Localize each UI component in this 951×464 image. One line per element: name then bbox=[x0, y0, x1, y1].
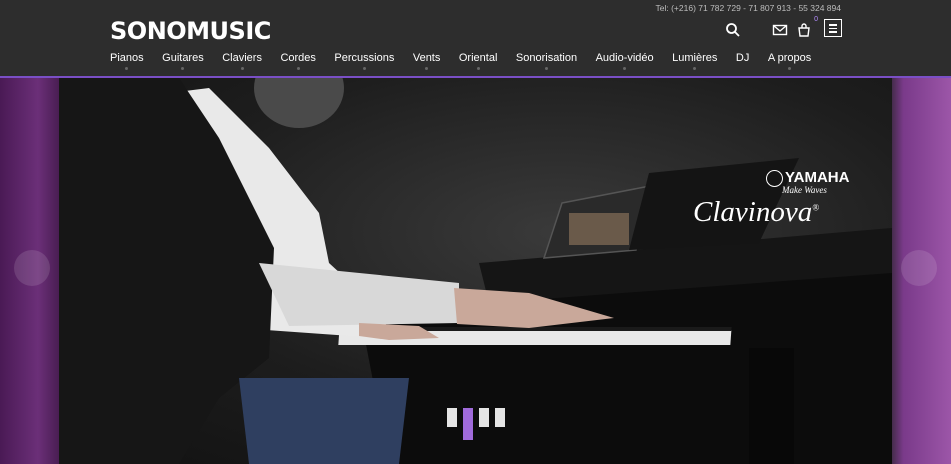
yamaha-emblem-icon bbox=[766, 169, 783, 187]
nav-item-guitares[interactable]: Guitares bbox=[162, 52, 204, 70]
nav-item-pianos[interactable]: Pianos bbox=[110, 52, 144, 70]
nav-item-cordes[interactable]: Cordes bbox=[280, 52, 316, 70]
site-header: SONOMUSIC Tel: (+216) 71 782 729 - 71 80… bbox=[0, 0, 951, 78]
yamaha-tagline: Make Waves bbox=[782, 185, 827, 195]
slider-dot-2[interactable] bbox=[463, 408, 473, 440]
main-nav: Pianos Guitares Claviers Cordes Percussi… bbox=[110, 52, 830, 70]
search-icon[interactable] bbox=[725, 22, 741, 38]
phone-numbers: Tel: (+216) 71 782 729 - 71 807 913 - 55… bbox=[655, 3, 842, 13]
yamaha-logo-text: YAMAHA bbox=[766, 169, 849, 187]
hero-slider: YAMAHA Make Waves Clavinova® bbox=[0, 78, 951, 464]
clavinova-title: Clavinova® bbox=[693, 196, 820, 228]
nav-item-a-propos[interactable]: A propos bbox=[768, 52, 811, 70]
nav-item-oriental[interactable]: Oriental bbox=[459, 52, 497, 70]
registered-mark: ® bbox=[812, 202, 820, 213]
slide-image bbox=[59, 78, 892, 464]
nav-item-lumieres[interactable]: Lumières bbox=[672, 52, 717, 70]
pianist-illustration bbox=[59, 78, 892, 464]
slider-pagination bbox=[447, 408, 511, 440]
slider-next-button[interactable] bbox=[901, 250, 937, 286]
nav-item-dj[interactable]: DJ bbox=[736, 52, 749, 64]
cart-count-badge: 0 bbox=[814, 16, 818, 23]
nav-item-percussions[interactable]: Percussions bbox=[334, 52, 394, 70]
slider-dot-3[interactable] bbox=[479, 408, 489, 427]
nav-item-sonorisation[interactable]: Sonorisation bbox=[516, 52, 577, 70]
slider-dot-1[interactable] bbox=[447, 408, 457, 427]
nav-item-audio-video[interactable]: Audio-vidéo bbox=[596, 52, 654, 70]
nav-item-claviers[interactable]: Claviers bbox=[222, 52, 262, 70]
mail-icon[interactable] bbox=[772, 22, 788, 38]
slider-dot-4[interactable] bbox=[495, 408, 505, 427]
slider-prev-button[interactable] bbox=[14, 250, 50, 286]
site-logo[interactable]: SONOMUSIC bbox=[110, 17, 271, 45]
menu-icon[interactable] bbox=[824, 19, 842, 37]
nav-item-vents[interactable]: Vents bbox=[413, 52, 440, 70]
cart-icon[interactable]: 0 bbox=[796, 16, 818, 38]
